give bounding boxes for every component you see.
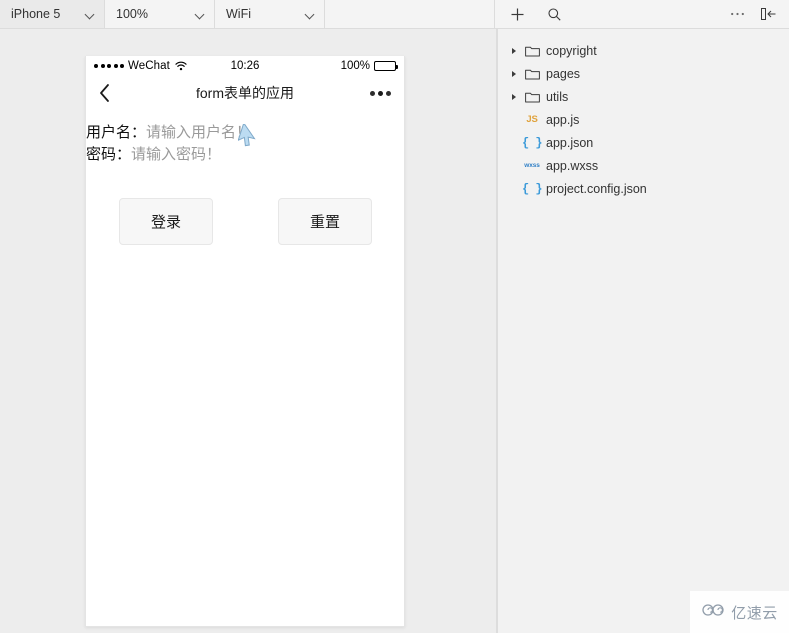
chevron-right-icon[interactable] bbox=[507, 67, 521, 81]
wxss-file-badge: wxss bbox=[524, 162, 540, 169]
tree-item-label: project.config.json bbox=[546, 181, 647, 196]
wifi-icon bbox=[175, 61, 187, 71]
form-row-password: 密码： 请输入密码！ bbox=[86, 144, 404, 165]
wxss-file-icon: wxss bbox=[521, 158, 543, 174]
tree-item-label: pages bbox=[546, 66, 581, 81]
tree-item-app-wxss[interactable]: wxss app.wxss bbox=[498, 154, 789, 177]
status-bar-left: WeChat bbox=[94, 60, 187, 72]
tree-item-label: app.js bbox=[546, 112, 580, 127]
chevron-right-icon[interactable] bbox=[507, 90, 521, 104]
panel-collapse-icon bbox=[760, 8, 775, 20]
page-body: 用户名： 请输入用户名！ 密码： 请输入密码！ 登录 重置 bbox=[86, 110, 404, 626]
network-select-value: WiFi bbox=[226, 7, 251, 21]
tree-item-pages[interactable]: pages bbox=[498, 62, 789, 85]
nav-more-button[interactable] bbox=[370, 90, 391, 96]
chevron-down-icon bbox=[306, 10, 315, 19]
tree-item-label: app.wxss bbox=[546, 158, 599, 173]
chevron-right-icon[interactable] bbox=[507, 44, 521, 58]
search-icon bbox=[547, 7, 561, 21]
ellipsis-icon bbox=[730, 12, 744, 16]
chevron-down-icon bbox=[86, 10, 95, 19]
wechat-nav-bar: form表单的应用 bbox=[86, 76, 404, 110]
form-buttons: 登录 重置 bbox=[86, 198, 404, 245]
back-button[interactable] bbox=[99, 83, 119, 103]
device-select-value: iPhone 5 bbox=[11, 7, 61, 21]
folder-icon bbox=[521, 43, 543, 59]
json-file-icon: { } bbox=[521, 181, 543, 197]
status-bar-right: 100% bbox=[340, 60, 398, 72]
username-label: 用户名： bbox=[86, 124, 147, 141]
phone-simulator: WeChat 10:26 100% form表单的应用 用户名： 请输入用户名！… bbox=[85, 56, 405, 627]
tree-item-app-json[interactable]: { } app.json bbox=[498, 131, 789, 154]
carrier-label: WeChat bbox=[128, 60, 170, 72]
reset-button[interactable]: 重置 bbox=[278, 198, 372, 245]
device-select[interactable]: iPhone 5 bbox=[0, 0, 105, 28]
add-file-button[interactable] bbox=[504, 1, 530, 27]
form-row-username: 用户名： 请输入用户名！ bbox=[86, 122, 404, 143]
tree-item-label: copyright bbox=[546, 43, 597, 58]
js-file-icon: JS bbox=[521, 112, 543, 128]
battery-full-icon bbox=[374, 61, 398, 71]
battery-percent-label: 100% bbox=[340, 60, 370, 72]
zoom-select-value: 100% bbox=[116, 7, 148, 21]
chevron-down-icon bbox=[196, 10, 205, 19]
json-file-icon: { } bbox=[521, 135, 543, 151]
page-title: form表单的应用 bbox=[196, 85, 294, 101]
tree-item-label: utils bbox=[546, 89, 569, 104]
json-file-badge: { } bbox=[521, 135, 543, 150]
cloud-logo-icon bbox=[701, 603, 727, 622]
folder-icon bbox=[521, 66, 543, 82]
toolbar-actions bbox=[495, 0, 789, 28]
watermark: 亿速云 bbox=[690, 591, 789, 633]
tree-item-utils[interactable]: utils bbox=[498, 85, 789, 108]
plus-icon bbox=[511, 8, 523, 20]
collapse-panel-button[interactable] bbox=[755, 1, 781, 27]
top-toolbar: iPhone 5 100% WiFi bbox=[0, 0, 789, 29]
username-input[interactable]: 请输入用户名！ bbox=[146, 122, 251, 143]
ios-status-bar: WeChat 10:26 100% bbox=[86, 56, 404, 76]
watermark-text: 亿速云 bbox=[731, 603, 778, 622]
tree-item-project-config-json[interactable]: { } project.config.json bbox=[498, 177, 789, 200]
app-root: iPhone 5 100% WiFi WeChat 10:26 100% for… bbox=[0, 0, 789, 633]
folder-icon bbox=[521, 89, 543, 105]
tree-item-copyright[interactable]: copyright bbox=[498, 39, 789, 62]
file-tree-panel: copyright pages utils JS app.js {} app.… bbox=[498, 29, 789, 633]
tree-item-label: app.json bbox=[546, 135, 594, 150]
tree-item-app-js[interactable]: JS app.js bbox=[498, 108, 789, 131]
signal-dots-icon bbox=[94, 64, 124, 68]
js-file-badge: JS bbox=[526, 114, 538, 125]
simulator-panel: WeChat 10:26 100% form表单的应用 用户名： 请输入用户名！… bbox=[0, 29, 496, 633]
network-select[interactable]: WiFi bbox=[215, 0, 325, 28]
password-input[interactable]: 请输入密码！ bbox=[131, 144, 221, 165]
json-file-badge: { } bbox=[521, 181, 543, 196]
chevron-left-icon bbox=[100, 84, 109, 102]
password-label: 密码： bbox=[86, 146, 132, 163]
zoom-select[interactable]: 100% bbox=[105, 0, 215, 28]
toolbar-spacer bbox=[325, 0, 495, 28]
more-options-button[interactable] bbox=[724, 1, 750, 27]
submit-button[interactable]: 登录 bbox=[119, 198, 213, 245]
search-button[interactable] bbox=[541, 1, 567, 27]
